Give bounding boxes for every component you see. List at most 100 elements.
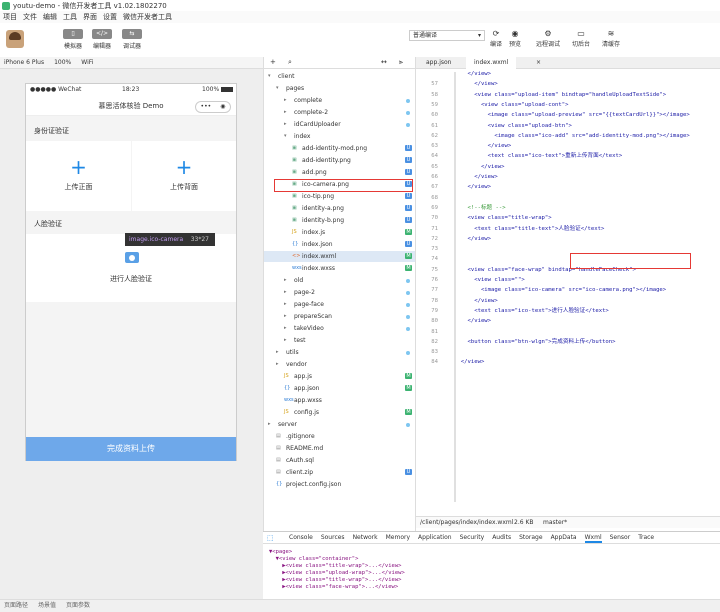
tree-item[interactable]: ▸ prepareScan — [264, 311, 415, 322]
upload-back-card[interactable]: + 上传背面 — [132, 141, 236, 211]
menu-item[interactable]: 微信开发者工具 — [123, 12, 172, 22]
devtools-tab[interactable]: Network — [353, 532, 378, 543]
devtools-tab[interactable]: Sources — [321, 532, 345, 543]
folder-open-icon: ▾ — [284, 133, 287, 139]
devtools-tab[interactable]: Wxml — [584, 532, 602, 543]
tree-item[interactable]: {} index.json U — [264, 239, 415, 250]
tree-item[interactable]: <> index.wxml M — [264, 251, 415, 262]
tree-item[interactable]: wxs app.wxss — [264, 395, 415, 406]
tree-item[interactable]: {} app.json M — [264, 383, 415, 394]
menu-item[interactable]: 工具 — [63, 12, 77, 22]
more-icon[interactable]: ••• — [201, 102, 212, 112]
devtools-tab[interactable]: AppData — [551, 532, 577, 543]
tree-item[interactable]: ▸ idCardUploader — [264, 119, 415, 130]
inspect-icon[interactable]: ⬚ — [267, 534, 274, 542]
upload-front-card[interactable]: + 上传正面 — [26, 141, 131, 211]
preview-button[interactable]: ◉ 预览 — [509, 29, 521, 48]
devtools-tab[interactable]: Security — [460, 532, 485, 543]
devtools-tab[interactable]: Application — [418, 532, 452, 543]
tree-item[interactable]: ▸ vendor — [264, 359, 415, 370]
menu-item[interactable]: 文件 — [23, 12, 37, 22]
line-number: 65 — [431, 163, 438, 170]
tree-item[interactable]: ▸ old — [264, 275, 415, 286]
split-icon[interactable]: ⫸ — [399, 58, 403, 67]
network-select[interactable]: WiFi — [81, 59, 93, 66]
tree-item[interactable]: ▸ utils — [264, 347, 415, 358]
wxml-node[interactable]: ▼<page> — [269, 549, 292, 556]
clear-cache-button[interactable]: ≋ 清缓存 — [602, 29, 620, 48]
remote-debug-button[interactable]: ⚙ 远程调试 — [536, 29, 560, 48]
tree-item[interactable]: ▣ add-identity-mod.png U — [264, 143, 415, 154]
tree-item[interactable]: ▣ add.png U — [264, 167, 415, 178]
tree-item[interactable]: ▸ complete-2 — [264, 107, 415, 118]
phone-icon: ▯ — [63, 29, 83, 39]
wxml-node[interactable]: ▶<view class="face-wrap">...</view> — [269, 584, 398, 591]
code-lines[interactable]: </view> 57 </view> 58 <view class="upload-… — [416, 69, 720, 509]
tree-item[interactable]: JS config.js M — [264, 407, 415, 418]
tree-item[interactable]: ▤ cAuth.sql — [264, 455, 415, 466]
search-icon[interactable]: ⌕ — [288, 58, 292, 67]
menu-item[interactable]: 设置 — [103, 12, 117, 22]
menu-item[interactable]: 编辑 — [43, 12, 57, 22]
tree-item-label: index.js — [302, 229, 326, 236]
editor-button[interactable]: </> 编辑器 — [89, 29, 115, 50]
tree-item[interactable]: ▸ takeVideo — [264, 323, 415, 334]
tree-item[interactable]: ▣ identity-a.png U — [264, 203, 415, 214]
code-line: 83 — [416, 347, 454, 357]
tree-item[interactable]: ▾ index — [264, 131, 415, 142]
tree-item[interactable]: ▣ ico-tip.png U — [264, 191, 415, 202]
tree-item[interactable]: wxs index.wxss M — [264, 263, 415, 274]
devtools-tab[interactable]: Audits — [492, 532, 511, 543]
zoom-select[interactable]: 100% — [54, 59, 71, 66]
bottom-item[interactable]: 页面路径 — [4, 600, 28, 612]
tree-item[interactable]: ▣ add-identity.png U — [264, 155, 415, 166]
tree-item[interactable]: ▸ server — [264, 419, 415, 430]
devtools-tab[interactable]: Trace — [638, 532, 654, 543]
tree-item[interactable]: ▤ client.zip U — [264, 467, 415, 478]
tree-item[interactable]: ▸ page-2 — [264, 287, 415, 298]
wxml-node[interactable]: ▶<view class="title-wrap">...</view> — [269, 563, 401, 570]
wxml-node[interactable]: ▶<view class="title-wrap">...</view> — [269, 577, 401, 584]
tree-item[interactable]: ▸ test — [264, 335, 415, 346]
devtools-tab[interactable]: Sensor — [610, 532, 631, 543]
tab-index-wxml[interactable]: index.wxml — [466, 57, 517, 69]
tree-item-label: vendor — [286, 361, 307, 368]
wxml-node[interactable]: ▶<view class="upload-wrap">...</view> — [269, 570, 405, 577]
tree-item[interactable]: JS index.js M — [264, 227, 415, 238]
bottom-item[interactable]: 页面参数 — [66, 600, 90, 612]
tree-item[interactable]: ▤ README.md — [264, 443, 415, 454]
debugger-button[interactable]: ⇆ 调试器 — [119, 29, 145, 50]
line-number: 57 — [431, 81, 438, 88]
menu-item[interactable]: 界面 — [83, 12, 97, 22]
collapse-icon[interactable]: ↔ — [381, 58, 387, 66]
add-icon[interactable]: + — [270, 58, 276, 66]
compile-mode-select[interactable]: 普通编译 ▾ — [409, 30, 485, 41]
submit-button[interactable]: 完成资料上传 — [26, 437, 236, 461]
tree-item[interactable]: ▸ complete — [264, 95, 415, 106]
devtools-tab[interactable]: Memory — [386, 532, 410, 543]
tree-item[interactable]: ▾ client — [264, 71, 415, 82]
tree-item-label: server — [278, 421, 297, 428]
js-file-icon: JS — [284, 373, 289, 379]
user-avatar[interactable] — [6, 30, 24, 48]
bottom-item[interactable]: 场景值 — [38, 600, 56, 612]
menu-item[interactable]: 项目 — [3, 12, 17, 22]
image-file-icon: ▣ — [292, 169, 297, 175]
capsule-menu[interactable]: ••• ◉ — [195, 101, 231, 113]
device-select[interactable]: iPhone 6 Plus — [4, 59, 44, 66]
tree-item[interactable]: ▸ page-face — [264, 299, 415, 310]
tree-item[interactable]: JS app.js M — [264, 371, 415, 382]
tab-app-json[interactable]: app.json — [418, 57, 459, 69]
close-circle-icon[interactable]: ◉ — [220, 102, 225, 112]
tree-item[interactable]: {} project.config.json — [264, 479, 415, 490]
devtools-tab[interactable]: Storage — [519, 532, 542, 543]
compile-button[interactable]: ⟳ 编译 — [490, 29, 502, 48]
close-icon[interactable]: × — [536, 59, 541, 66]
devtools-tab[interactable]: Console — [289, 532, 313, 543]
tree-item[interactable]: ▣ identity-b.png U — [264, 215, 415, 226]
wxml-node[interactable]: ▼<view class="container"> — [269, 556, 359, 563]
tree-item[interactable]: ▤ .gitignore — [264, 431, 415, 442]
simulator-button[interactable]: ▯ 模拟器 — [60, 29, 86, 50]
background-button[interactable]: ▭ 切后台 — [572, 29, 590, 48]
tree-item[interactable]: ▾ pages — [264, 83, 415, 94]
